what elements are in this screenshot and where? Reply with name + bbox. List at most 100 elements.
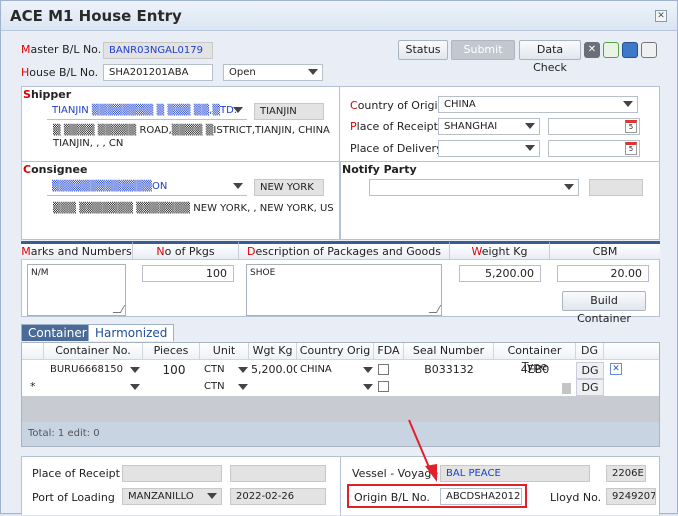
row-country[interactable]: CHINA [300, 362, 350, 379]
save-icon[interactable] [622, 42, 638, 58]
master-bl-field[interactable]: BANR03NGAL0179 [103, 42, 213, 59]
cbm-field[interactable]: 20.00 [557, 265, 649, 282]
new-document-icon[interactable] [603, 42, 619, 58]
shipper-header: Shipper [23, 88, 72, 101]
consignee-panel: Consignee ▒▒▒▒▒▒▒▒▒▒▒▒▒ON NEW YORK ▒▒▒ ▒… [21, 162, 340, 240]
chevron-down-icon[interactable] [363, 367, 373, 373]
status-button[interactable]: Status [398, 40, 448, 60]
consignee-city-field: NEW YORK [254, 179, 324, 196]
calendar-icon[interactable]: 5 [625, 142, 637, 155]
origin-panel: Country of Origin CHINA Place of Receipt… [340, 86, 660, 162]
delete-row-icon[interactable]: ✕ [610, 363, 622, 375]
house-bl-field[interactable]: SHA201201ABA [103, 64, 213, 81]
shipper-panel: Shipper TIANJIN ▒▒▒▒▒▒▒▒ ▒ ▒▒▒ ▒▒,▒TD. T… [21, 86, 340, 162]
chevron-down-icon [207, 493, 217, 499]
resize-grip-icon[interactable] [112, 305, 126, 313]
chevron-down-icon[interactable] [130, 384, 140, 390]
annotation-arrow [408, 419, 437, 482]
consignee-name-select[interactable]: ▒▒▒▒▒▒▒▒▒▒▒▒▒ON [47, 179, 247, 196]
lloyd-no-field[interactable]: 9249207 [606, 488, 656, 505]
resize-grip-icon[interactable] [428, 305, 442, 313]
status-select[interactable]: Open [223, 64, 323, 81]
grid-total-bar: Total: 1 edit: 0 [22, 422, 659, 446]
receipt-date-field[interactable]: 5 [548, 118, 640, 135]
row-type[interactable]: 4EB0 [494, 362, 576, 379]
grid-row-header [22, 343, 44, 360]
grid-header-pieces: Pieces [143, 343, 200, 360]
close-window-button[interactable]: ✕ [655, 10, 667, 22]
grid-empty-area [22, 396, 659, 424]
marks-value: N/M [31, 268, 49, 278]
chevron-down-icon [623, 101, 633, 107]
print-icon[interactable] [641, 42, 657, 58]
place-of-delivery-label: Place of Delivery [350, 142, 443, 155]
submit-button[interactable]: Submit [451, 40, 515, 60]
weight-field[interactable]: 5,200.00 [459, 265, 541, 282]
delete-icon[interactable]: ✕ [584, 42, 600, 58]
notify-party-select[interactable] [369, 179, 579, 196]
routing-receipt-date-field [230, 465, 326, 482]
house-bl-label: House B/L No. [21, 66, 99, 79]
type-picker-icon[interactable] [562, 383, 571, 394]
calendar-icon[interactable]: 5 [625, 120, 637, 133]
vessel-field[interactable]: BAL PEACE [440, 465, 590, 482]
chevron-down-icon [564, 184, 574, 190]
port-of-loading-label: Port of Loading [32, 491, 115, 504]
description-column-header: Description of Packages and Goods [238, 241, 449, 260]
chevron-down-icon[interactable] [130, 367, 140, 373]
chevron-down-icon[interactable] [238, 384, 248, 390]
weight-column-header: Weight Kg [449, 241, 549, 260]
description-textarea[interactable]: SHOE [246, 264, 442, 316]
grid-header-unit: Unit [200, 343, 249, 360]
pkgs-field[interactable]: 100 [142, 265, 234, 282]
voyage-field[interactable]: 2206E [606, 465, 646, 482]
row-dg[interactable]: DG [576, 362, 604, 379]
marks-column-header: Marks and Numbers [21, 241, 132, 260]
routing-section: Place of Receipt Port of Loading MANZANI… [21, 456, 660, 516]
cbm-column-header: CBM [549, 241, 660, 260]
tab-harmonized[interactable]: Harmonized [88, 324, 175, 341]
chevron-down-icon [525, 123, 535, 129]
grid-header-type: Container Type [494, 343, 576, 373]
shipper-address-line2: TIANJIN, , , CN [53, 138, 124, 149]
fda-checkbox[interactable] [378, 364, 389, 375]
delivery-date-field[interactable]: 5 [548, 140, 640, 157]
row-unit[interactable]: CTN [204, 379, 234, 396]
grid-header-blank [604, 343, 659, 360]
country-of-origin-select[interactable]: CHINA [438, 96, 638, 113]
place-of-receipt-select[interactable]: SHANGHAI [438, 118, 540, 135]
notify-header: Notify Party [342, 163, 417, 176]
chevron-down-icon [233, 107, 243, 113]
build-container-button[interactable]: Build Container [562, 291, 646, 325]
tab-container[interactable]: Container [21, 324, 94, 341]
notify-city-field [589, 179, 643, 196]
notify-panel: Notify Party [340, 162, 660, 240]
place-of-delivery-select[interactable] [438, 140, 540, 157]
port-of-loading-select[interactable]: MANZANILLO [122, 488, 222, 505]
row-seal[interactable]: B033132 [404, 362, 494, 379]
routing-place-of-receipt-field [122, 465, 222, 482]
origin-bl-field[interactable]: ABCDSHA20120101 [440, 488, 522, 505]
loading-date-field[interactable]: 2022-02-26 [230, 488, 326, 505]
row-unit[interactable]: CTN [204, 362, 234, 379]
marks-textarea[interactable]: N/M [27, 264, 126, 316]
new-row-marker: * [30, 380, 36, 393]
title-bar: ACE M1 House Entry ✕ [1, 1, 677, 31]
grid-header-country: Country Orig [297, 343, 374, 360]
place-of-receipt-label: Place of Receipt [350, 120, 438, 133]
row-dg[interactable]: DG [576, 379, 604, 396]
data-check-button[interactable]: Data Check [519, 40, 581, 74]
row-container-no[interactable]: BURU6668150 [50, 362, 140, 379]
master-bl-label: Master B/L No. [21, 43, 102, 56]
routing-place-of-receipt-label: Place of Receipt [32, 467, 120, 480]
shipper-address-line1: ▒ ▒▒▒▒ ▒▒▒▒▒ ROAD,▒▒▒▒ ▒ISTRICT,TIANJIN,… [53, 125, 330, 136]
fda-checkbox[interactable] [378, 381, 389, 392]
consignee-address: ▒▒▒ ▒▒▒▒▒▒▒ ▒▒▒▒▒▒▒ NEW YORK, , NEW YORK… [53, 203, 334, 214]
row-wgt[interactable]: 5,200.00 [251, 362, 297, 379]
chevron-down-icon[interactable] [238, 367, 248, 373]
pkgs-column-header: No of Pkgs [132, 241, 238, 260]
shipper-name-select[interactable]: TIANJIN ▒▒▒▒▒▒▒▒ ▒ ▒▒▒ ▒▒,▒TD. [47, 103, 247, 120]
row-pieces[interactable]: 100 [150, 362, 198, 379]
chevron-down-icon[interactable] [363, 384, 373, 390]
chevron-down-icon [525, 145, 535, 151]
